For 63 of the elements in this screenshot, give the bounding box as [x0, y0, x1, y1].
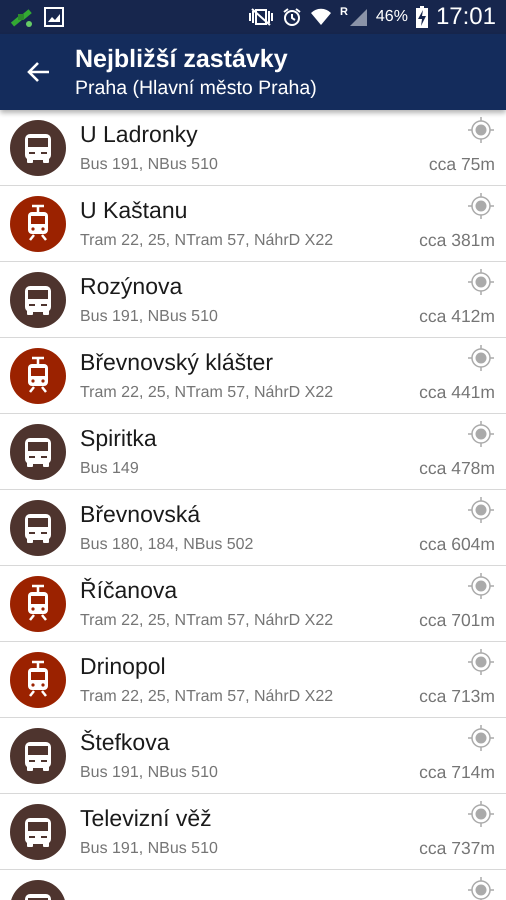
stop-lines: Bus 149 — [80, 460, 140, 478]
bus-icon — [10, 728, 66, 784]
stop-distance: cca 75m — [428, 154, 495, 175]
stop-distance: cca 714m — [419, 762, 495, 783]
stop-name: U Kaštanu — [80, 197, 188, 224]
signal-icon — [348, 7, 368, 27]
locate-button[interactable] — [467, 268, 495, 296]
stop-lines: Bus 191, NBus 510 — [80, 840, 219, 858]
stop-name: Rozýnova — [80, 273, 184, 300]
stop-distance: cca 737m — [419, 838, 495, 859]
stop-lines: Tram 22, 25, NTram 57, NáhrD X22 — [80, 232, 334, 250]
stop-lines: Tram 22, 25, NTram 57, NáhrD X22 — [80, 612, 334, 630]
stop-name: U Ladronky — [80, 121, 199, 148]
image-icon — [44, 7, 64, 27]
bus-icon — [10, 500, 66, 556]
stop-lines: Tram 22, 25, NTram 57, NáhrD X22 — [80, 384, 334, 402]
stop-distance: cca 381m — [419, 230, 495, 251]
clock-time: 17:01 — [436, 3, 496, 31]
bus-icon — [10, 880, 66, 900]
stop-lines: Bus 191, NBus 510 — [80, 308, 219, 326]
stop-name: Břevnovská — [80, 501, 202, 528]
stop-distance: cca 713m — [419, 686, 495, 707]
stop-lines: Tram 22, 25, NTram 57, NáhrD X22 — [80, 688, 334, 706]
bus-icon — [10, 424, 66, 480]
locate-button[interactable] — [467, 800, 495, 828]
stop-distance: cca 441m — [419, 382, 495, 403]
battery-percentage: 46% — [376, 8, 408, 26]
stop-name: Spiritka — [80, 425, 158, 452]
stop-distance: cca 412m — [419, 306, 495, 327]
locate-button[interactable] — [467, 116, 495, 144]
battery-charging-icon — [416, 6, 428, 28]
stop-distance: cca 604m — [419, 534, 495, 555]
vibrate-icon — [248, 7, 274, 27]
stop-name: Říčanova — [80, 577, 178, 604]
stop-distance: cca 701m — [419, 610, 495, 631]
stop-distance: cca 478m — [419, 458, 495, 479]
stop-lines: Bus 191, NBus 510 — [80, 764, 219, 782]
locate-button[interactable] — [467, 724, 495, 752]
tram-icon — [10, 652, 66, 708]
tram-icon — [10, 348, 66, 404]
locate-button[interactable] — [467, 572, 495, 600]
locate-button[interactable] — [467, 876, 495, 900]
tram-icon — [10, 576, 66, 632]
stop-lines: Bus 180, 184, NBus 502 — [80, 536, 254, 554]
stop-name: Štefkova — [80, 729, 170, 756]
screen-subtitle: Praha (Hlavní město Praha) — [75, 76, 317, 100]
stop-lines: Bus 191, NBus 510 — [80, 156, 219, 174]
bus-icon — [10, 120, 66, 176]
locate-button[interactable] — [467, 648, 495, 676]
locate-button[interactable] — [467, 192, 495, 220]
stop-name: Televizní věž — [80, 805, 213, 832]
locate-button[interactable] — [467, 344, 495, 372]
screen-title: Nejbližší zastávky — [75, 44, 289, 74]
roaming-indicator: R — [340, 6, 348, 18]
stop-name: Břevnovský klášter — [80, 349, 274, 376]
tram-icon — [10, 196, 66, 252]
locate-button[interactable] — [467, 420, 495, 448]
locate-button[interactable] — [467, 496, 495, 524]
stop-name: Drinopol — [80, 653, 167, 680]
bus-icon — [10, 804, 66, 860]
alarm-icon — [282, 7, 302, 27]
wifi-icon — [310, 7, 332, 27]
bus-icon — [10, 272, 66, 328]
